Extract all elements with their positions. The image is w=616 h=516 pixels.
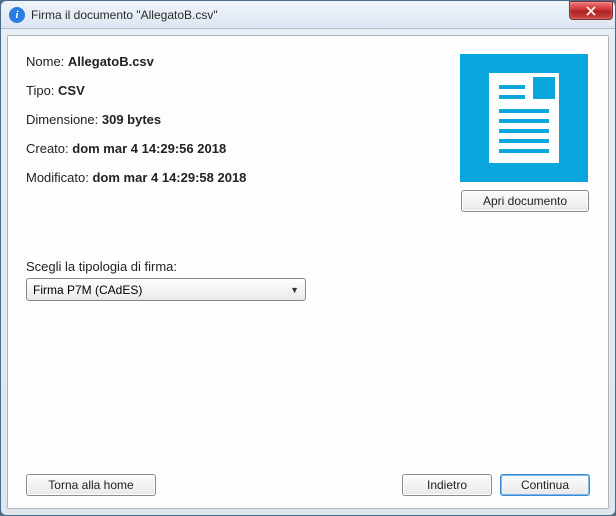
info-icon: i	[9, 7, 25, 23]
close-button[interactable]	[569, 1, 613, 20]
close-icon	[586, 6, 596, 16]
content-panel: Apri documento Nome: AllegatoB.csv Tipo:…	[7, 35, 609, 509]
name-label: Nome:	[26, 54, 68, 69]
type-value: CSV	[58, 83, 85, 98]
document-preview: Apri documento	[460, 54, 590, 212]
dialog-window: i Firma il documento "AllegatoB.csv"	[0, 0, 616, 516]
window-title: Firma il documento "AllegatoB.csv"	[31, 8, 569, 22]
signature-type-select[interactable]: Firma P7M (CAdES) ▼	[26, 278, 306, 301]
chevron-down-icon: ▼	[290, 285, 299, 295]
signature-type-selected: Firma P7M (CAdES)	[33, 283, 142, 297]
continue-button[interactable]: Continua	[500, 474, 590, 496]
modified-label: Modificato:	[26, 170, 92, 185]
footer: Torna alla home Indietro Continua	[26, 474, 590, 496]
size-label: Dimensione:	[26, 112, 102, 127]
size-value: 309 bytes	[102, 112, 161, 127]
type-label: Tipo:	[26, 83, 58, 98]
name-value: AllegatoB.csv	[68, 54, 154, 69]
home-button[interactable]: Torna alla home	[26, 474, 156, 496]
signature-type-label: Scegli la tipologia di firma:	[26, 259, 590, 274]
open-document-button[interactable]: Apri documento	[461, 190, 589, 212]
created-label: Creato:	[26, 141, 72, 156]
titlebar: i Firma il documento "AllegatoB.csv"	[1, 1, 615, 29]
created-value: dom mar 4 14:29:56 2018	[72, 141, 226, 156]
document-icon	[460, 54, 588, 182]
modified-value: dom mar 4 14:29:58 2018	[92, 170, 246, 185]
back-button[interactable]: Indietro	[402, 474, 492, 496]
